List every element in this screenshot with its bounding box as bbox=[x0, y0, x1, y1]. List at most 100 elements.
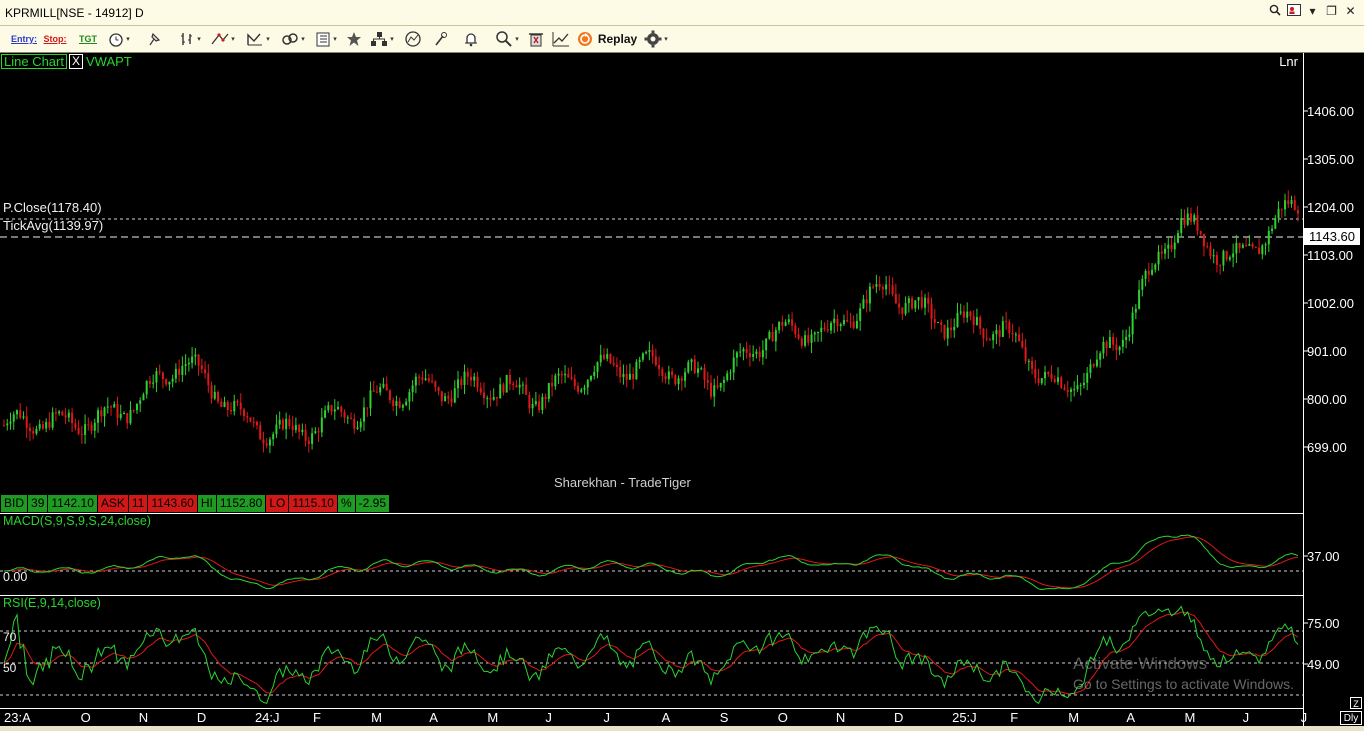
indicator-icon[interactable] bbox=[550, 29, 572, 49]
candle-body bbox=[1066, 389, 1069, 392]
candle-body bbox=[888, 284, 891, 286]
candle-body bbox=[1202, 233, 1205, 247]
time-tick-label: 23:A bbox=[4, 710, 31, 725]
candle-body bbox=[1225, 251, 1228, 260]
entry-button[interactable]: Entry: bbox=[11, 29, 37, 49]
time-tick-label: M bbox=[1184, 710, 1195, 725]
candle-body bbox=[444, 396, 447, 402]
candle-body bbox=[1102, 341, 1105, 354]
bar-style-icon[interactable]: ▾ bbox=[176, 29, 204, 49]
scale-label[interactable]: Lnr bbox=[1279, 54, 1298, 69]
link-icon[interactable]: ▾ bbox=[278, 29, 308, 49]
rsi-label[interactable]: RSI(E,9,14,close) bbox=[3, 596, 101, 610]
user-card-icon[interactable] bbox=[1286, 4, 1301, 19]
bid-label: BID bbox=[1, 495, 28, 512]
candle-body bbox=[956, 312, 959, 327]
candle-body bbox=[35, 428, 38, 434]
candle-body bbox=[1151, 269, 1154, 275]
search-icon[interactable] bbox=[1267, 4, 1282, 19]
close-study-button[interactable]: X bbox=[68, 54, 83, 69]
alert-bell-icon[interactable] bbox=[460, 29, 482, 49]
candle-body bbox=[800, 338, 803, 346]
candle-body bbox=[220, 401, 223, 407]
notebook-icon[interactable]: ▾ bbox=[312, 29, 340, 49]
candle-body bbox=[1053, 378, 1056, 382]
change-pct-value: -2.95 bbox=[355, 495, 390, 512]
candle-body bbox=[210, 385, 213, 399]
candle-body bbox=[505, 374, 508, 393]
candle-body bbox=[22, 416, 25, 418]
vwapt-label[interactable]: VWAPT bbox=[86, 54, 132, 69]
candle-body bbox=[1212, 255, 1215, 257]
dropdown-icon[interactable]: ▾ bbox=[1305, 4, 1320, 19]
magic-wand-icon[interactable] bbox=[430, 29, 452, 49]
line-tool-icon[interactable]: ▾ bbox=[243, 29, 273, 49]
candle-body bbox=[3, 425, 5, 427]
candle-body bbox=[71, 412, 74, 424]
candle-body bbox=[41, 424, 44, 429]
candle-body bbox=[1001, 321, 1004, 337]
rsi-tick-label: 75.00 bbox=[1307, 616, 1340, 631]
candle-body bbox=[184, 364, 187, 366]
chart-canvas[interactable]: 1406.00 1305.00 1204.00 1103.00 1002.00 901.0… bbox=[0, 53, 1364, 731]
period-button[interactable]: Dly bbox=[1340, 711, 1362, 725]
price-tick-label: 699.00 bbox=[1307, 440, 1347, 455]
candle-body bbox=[1193, 215, 1196, 222]
replay-button[interactable]: Replay bbox=[576, 29, 638, 49]
candle-body bbox=[930, 303, 933, 320]
candle-body bbox=[755, 351, 758, 354]
candle-body bbox=[911, 298, 914, 309]
price-tick-label: 901.00 bbox=[1307, 344, 1347, 359]
candle-body bbox=[139, 400, 142, 404]
candle-body bbox=[979, 317, 982, 329]
candle-body bbox=[985, 338, 988, 340]
candle-body bbox=[1105, 341, 1108, 349]
close-icon[interactable]: ✕ bbox=[1343, 4, 1358, 19]
candle-body bbox=[820, 327, 823, 333]
candle-body bbox=[353, 418, 356, 429]
delete-icon[interactable] bbox=[526, 29, 546, 49]
candle-body bbox=[651, 350, 654, 357]
candle-body bbox=[761, 350, 764, 358]
zoom-reset-button[interactable]: Z bbox=[1350, 697, 1362, 709]
macd-label[interactable]: MACD(S,9,S,9,S,24,close) bbox=[3, 514, 151, 528]
target-button[interactable]: TGT bbox=[77, 29, 99, 49]
zoom-icon[interactable]: ▾ bbox=[492, 29, 522, 49]
candle-body bbox=[878, 284, 881, 288]
candle-body bbox=[80, 433, 83, 435]
restore-icon[interactable]: ❐ bbox=[1324, 4, 1339, 19]
candle-body bbox=[301, 429, 304, 433]
candle-body bbox=[178, 368, 181, 375]
macd-signal-line bbox=[4, 536, 1299, 589]
candle-body bbox=[473, 376, 476, 381]
candle-body bbox=[45, 421, 48, 429]
clock-icon[interactable]: ▾ bbox=[108, 29, 130, 49]
candle-body bbox=[570, 377, 573, 379]
candle-body bbox=[100, 410, 103, 417]
candle-body bbox=[823, 327, 826, 330]
activate-windows-subtitle: Go to Settings to activate Windows. bbox=[1073, 676, 1294, 692]
ask-qty: 11 bbox=[128, 495, 148, 512]
crosshair-icon[interactable] bbox=[402, 29, 424, 49]
candle-body bbox=[278, 419, 281, 425]
drawing-tools-icon[interactable]: ▾ bbox=[208, 29, 238, 49]
chart-type-label[interactable]: Line Chart bbox=[1, 54, 67, 69]
candle-body bbox=[1228, 257, 1231, 260]
candle-body bbox=[324, 410, 327, 418]
settings-gear-icon[interactable]: ▾ bbox=[642, 29, 670, 49]
candle-body bbox=[67, 412, 70, 418]
candle-body bbox=[732, 357, 735, 373]
candlestick-series bbox=[3, 190, 1299, 454]
candle-body bbox=[262, 439, 265, 444]
hierarchy-icon[interactable]: ▾ bbox=[367, 29, 397, 49]
stop-button[interactable]: Stop: bbox=[44, 29, 67, 49]
candle-body bbox=[226, 402, 229, 410]
candle-body bbox=[735, 352, 738, 358]
candle-body bbox=[1024, 347, 1027, 362]
candle-body bbox=[765, 338, 768, 351]
pin-icon[interactable] bbox=[144, 29, 164, 49]
star-icon[interactable] bbox=[344, 29, 364, 49]
chart-legend: Line Chart X VWAPT bbox=[1, 54, 132, 69]
candle-body bbox=[6, 423, 9, 426]
candle-body bbox=[917, 297, 920, 301]
